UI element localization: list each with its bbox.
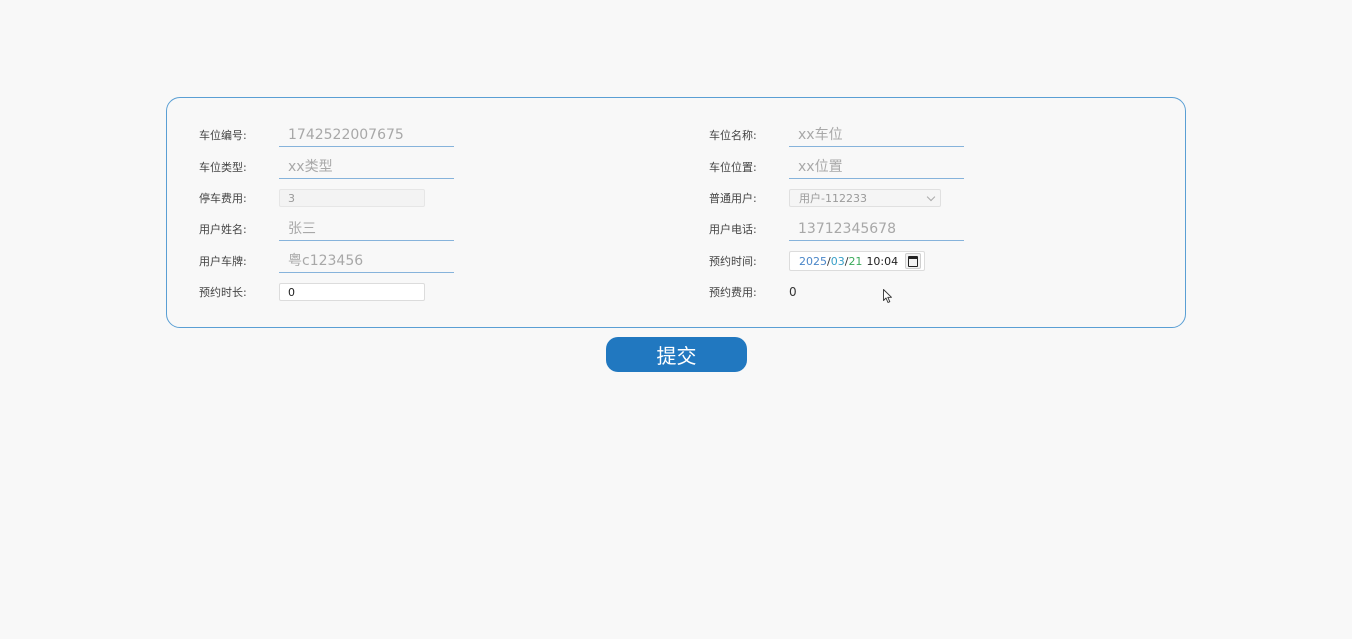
row-space-location: 车位位置: (709, 155, 964, 179)
space-number-label: 车位编号: (199, 129, 247, 142)
regular-user-value: 用户-112233 (799, 192, 867, 205)
regular-user-label: 普通用户: (709, 192, 757, 205)
duration-input[interactable] (279, 283, 425, 301)
row-space-number: 车位编号: (199, 123, 454, 147)
user-name-label: 用户姓名: (199, 223, 247, 236)
license-plate-input[interactable] (279, 249, 454, 273)
time-value[interactable]: 10:04 (866, 255, 898, 268)
row-duration: 预约时长: (199, 280, 425, 304)
space-name-label: 车位名称: (709, 129, 757, 142)
reservation-time-input[interactable]: 2025 / 03 / 21 10:04 (789, 251, 925, 271)
submit-button[interactable]: 提交 (606, 337, 747, 372)
row-regular-user: 普通用户: 用户-112233 (709, 186, 941, 210)
row-user-phone: 用户电话: (709, 217, 964, 241)
user-phone-input[interactable] (789, 217, 964, 241)
space-type-input[interactable] (279, 155, 454, 179)
mouse-cursor-icon (883, 289, 892, 303)
space-name-input[interactable] (789, 123, 964, 147)
space-location-label: 车位位置: (709, 161, 757, 174)
date-year[interactable]: 2025 (799, 255, 827, 268)
row-space-type: 车位类型: (199, 155, 454, 179)
duration-label: 预约时长: (199, 286, 247, 299)
regular-user-select[interactable]: 用户-112233 (789, 189, 941, 207)
user-name-input[interactable] (279, 217, 454, 241)
row-reservation-time: 预约时间: 2025 / 03 / 21 10:04 (709, 249, 925, 273)
space-type-label: 车位类型: (199, 161, 247, 174)
chevron-down-icon (926, 192, 936, 201)
row-reservation-fee: 预约费用: 0 (709, 280, 797, 304)
row-user-name: 用户姓名: (199, 217, 454, 241)
parking-fee-label: 停车费用: (199, 192, 247, 205)
reservation-fee-value: 0 (789, 285, 797, 299)
date-day[interactable]: 21 (848, 255, 862, 268)
date-month[interactable]: 03 (831, 255, 845, 268)
reservation-time-label: 预约时间: (709, 255, 757, 268)
row-license-plate: 用户车牌: (199, 249, 454, 273)
reservation-form-panel: 车位编号: 车位类型: 停车费用: 用户姓名: 用户车牌: 预约时长: 车位名称… (166, 97, 1186, 328)
calendar-icon[interactable] (905, 253, 921, 269)
space-location-input[interactable] (789, 155, 964, 179)
row-space-name: 车位名称: (709, 123, 964, 147)
license-plate-label: 用户车牌: (199, 255, 247, 268)
reservation-fee-label: 预约费用: (709, 286, 757, 299)
row-parking-fee: 停车费用: (199, 186, 425, 210)
user-phone-label: 用户电话: (709, 223, 757, 236)
parking-fee-input (279, 189, 425, 207)
space-number-input[interactable] (279, 123, 454, 147)
